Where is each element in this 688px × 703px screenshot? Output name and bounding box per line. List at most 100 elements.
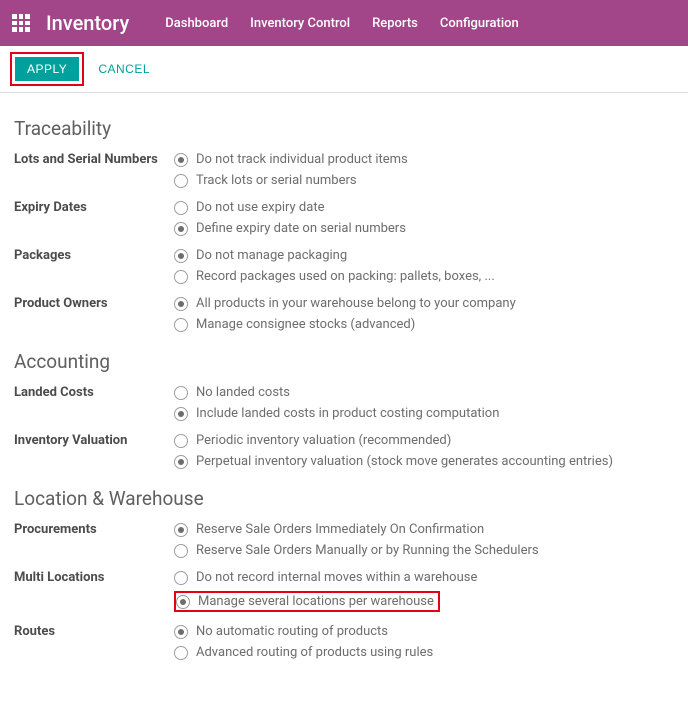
setting-row: Expiry Dates Do not use expiry date Define…	[14, 198, 674, 240]
radio-option[interactable]: Do not manage packaging	[174, 246, 674, 267]
settings-group: Location & WarehouseProcurementsReserve …	[14, 487, 674, 664]
apply-highlight: APPLY	[10, 52, 84, 86]
apps-icon[interactable]	[12, 14, 30, 32]
setting-label: Multi Locations	[14, 568, 174, 585]
option-label: Do not manage packaging	[196, 248, 347, 263]
radio-icon[interactable]	[174, 523, 188, 537]
setting-row: Product Owners All products in your wareh…	[14, 294, 674, 336]
setting-options: Reserve Sale Orders Immediately On Confi…	[174, 520, 674, 562]
setting-label: Lots and Serial Numbers	[14, 150, 174, 167]
group-title: Accounting	[14, 350, 674, 373]
setting-options: Periodic inventory valuation (recommende…	[174, 431, 674, 473]
setting-options: Do not use expiry date Define expiry date…	[174, 198, 674, 240]
settings-group: Accounting Landed Costs No landed costs Inc…	[14, 350, 674, 473]
option-label: Do not track individual product items	[196, 152, 408, 167]
group-title: Traceability	[14, 117, 674, 140]
radio-icon[interactable]	[174, 386, 188, 400]
radio-option[interactable]: Manage consignee stocks (advanced)	[174, 315, 674, 336]
setting-options: All products in your warehouse belong to…	[174, 294, 674, 336]
setting-label: Inventory Valuation	[14, 431, 174, 448]
setting-options: Do not track individual product items Tra…	[174, 150, 674, 192]
option-label: All products in your warehouse belong to…	[196, 296, 516, 311]
app-title: Inventory	[46, 11, 129, 35]
actionbar: APPLY CANCEL	[0, 46, 688, 93]
radio-option[interactable]: Track lots or serial numbers	[174, 171, 674, 192]
setting-row: Landed Costs No landed costs Include lande…	[14, 383, 674, 425]
setting-options: Do not manage packaging Record packages u…	[174, 246, 674, 288]
option-label: Manage consignee stocks (advanced)	[196, 317, 415, 332]
radio-option[interactable]: Record packages used on packing: pallets…	[174, 267, 674, 288]
setting-label: Routes	[14, 622, 174, 639]
option-label: Advanced routing of products using rules	[196, 645, 433, 660]
radio-icon[interactable]	[174, 153, 188, 167]
option-label: Track lots or serial numbers	[196, 173, 357, 188]
option-label: Do not use expiry date	[196, 200, 324, 215]
radio-icon[interactable]	[174, 544, 188, 558]
nav-reports[interactable]: Reports	[372, 16, 418, 31]
radio-icon[interactable]	[174, 407, 188, 421]
nav-links: Dashboard Inventory Control Reports Conf…	[165, 16, 519, 31]
group-title: Location & Warehouse	[14, 487, 674, 510]
radio-option[interactable]: Reserve Sale Orders Immediately On Confi…	[174, 520, 674, 541]
option-label: Periodic inventory valuation (recommende…	[196, 433, 451, 448]
radio-option[interactable]: Do not track individual product items	[174, 150, 674, 171]
option-label: Reserve Sale Orders Manually or by Runni…	[196, 543, 539, 558]
option-label: Manage several locations per warehouse	[198, 594, 434, 609]
setting-label: Product Owners	[14, 294, 174, 311]
radio-icon[interactable]	[174, 222, 188, 236]
setting-row: Multi Locations Do not record internal mo…	[14, 568, 674, 616]
setting-label: Landed Costs	[14, 383, 174, 400]
option-label: Define expiry date on serial numbers	[196, 221, 406, 236]
radio-option[interactable]: Perpetual inventory valuation (stock mov…	[174, 452, 674, 473]
setting-label: Procurements	[14, 520, 174, 537]
radio-icon[interactable]	[174, 174, 188, 188]
cancel-button[interactable]: CANCEL	[84, 55, 164, 83]
radio-icon[interactable]	[174, 249, 188, 263]
settings-content: TraceabilityLots and Serial NumbersDo no…	[0, 93, 688, 690]
option-label: Do not record internal moves within a wa…	[196, 570, 477, 585]
setting-options: Do not record internal moves within a wa…	[174, 568, 674, 616]
topbar: Inventory Dashboard Inventory Control Re…	[0, 0, 688, 46]
radio-option[interactable]: Include landed costs in product costing …	[174, 404, 674, 425]
radio-option[interactable]: No landed costs	[174, 383, 674, 404]
setting-options: No automatic routing of products Advanced…	[174, 622, 674, 664]
highlight-box: Manage several locations per warehouse	[174, 591, 440, 612]
radio-option[interactable]: Do not use expiry date	[174, 198, 674, 219]
radio-option[interactable]: Define expiry date on serial numbers	[174, 219, 674, 240]
setting-row: Routes No automatic routing of products Ad…	[14, 622, 674, 664]
radio-option[interactable]: All products in your warehouse belong to…	[174, 294, 674, 315]
option-label: No automatic routing of products	[196, 624, 388, 639]
setting-row: Packages Do not manage packaging Record pa…	[14, 246, 674, 288]
option-label: No landed costs	[196, 385, 290, 400]
nav-dashboard[interactable]: Dashboard	[165, 16, 228, 31]
radio-option[interactable]: Do not record internal moves within a wa…	[174, 568, 674, 589]
radio-icon[interactable]	[174, 318, 188, 332]
radio-icon[interactable]	[174, 434, 188, 448]
radio-option[interactable]: Manage several locations per warehouse	[174, 589, 674, 616]
radio-icon[interactable]	[174, 455, 188, 469]
radio-option[interactable]: Advanced routing of products using rules	[174, 643, 674, 664]
setting-options: No landed costs Include landed costs in p…	[174, 383, 674, 425]
option-label: Record packages used on packing: pallets…	[196, 269, 495, 284]
radio-icon[interactable]	[174, 571, 188, 585]
radio-icon[interactable]	[174, 646, 188, 660]
option-label: Perpetual inventory valuation (stock mov…	[196, 454, 613, 469]
option-label: Include landed costs in product costing …	[196, 406, 499, 421]
radio-option[interactable]: Reserve Sale Orders Manually or by Runni…	[174, 541, 674, 562]
setting-label: Packages	[14, 246, 174, 263]
setting-row: Inventory Valuation Periodic inventory va…	[14, 431, 674, 473]
nav-configuration[interactable]: Configuration	[440, 16, 519, 31]
setting-row: ProcurementsReserve Sale Orders Immediat…	[14, 520, 674, 562]
nav-inventory-control[interactable]: Inventory Control	[250, 16, 350, 31]
radio-option[interactable]: Periodic inventory valuation (recommende…	[174, 431, 674, 452]
radio-icon[interactable]	[174, 270, 188, 284]
radio-icon[interactable]	[174, 625, 188, 639]
radio-icon[interactable]	[174, 297, 188, 311]
apply-button[interactable]: APPLY	[15, 57, 79, 81]
setting-label: Expiry Dates	[14, 198, 174, 215]
radio-option[interactable]: No automatic routing of products	[174, 622, 674, 643]
settings-group: TraceabilityLots and Serial NumbersDo no…	[14, 117, 674, 336]
radio-icon[interactable]	[176, 595, 190, 609]
radio-icon[interactable]	[174, 201, 188, 215]
setting-row: Lots and Serial NumbersDo not track indi…	[14, 150, 674, 192]
